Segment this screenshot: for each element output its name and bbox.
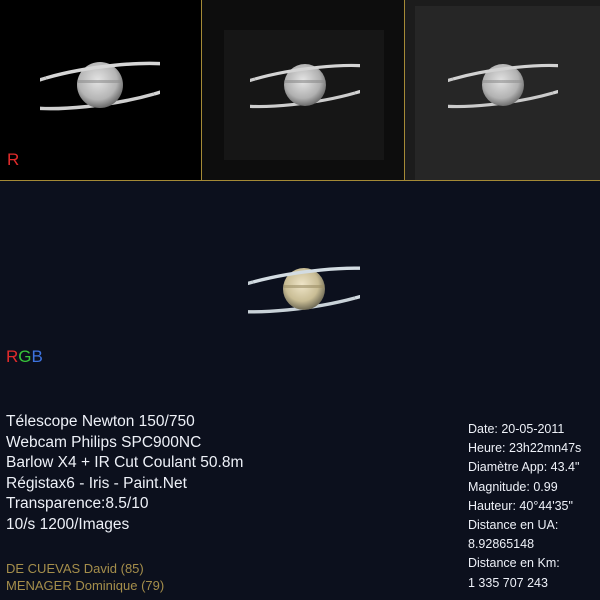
observation-line: Diamètre App: 43.4"	[468, 460, 580, 475]
observation-line: Heure: 23h22mn47s	[468, 441, 582, 456]
equipment-line: Transparence:8.5/10	[6, 495, 149, 513]
saturn-planet-icon	[448, 63, 558, 109]
panel-divider	[404, 0, 405, 180]
equipment-line: Barlow X4 + IR Cut Coulant 50.8m	[6, 454, 244, 472]
panel-divider	[201, 0, 202, 180]
author-credits: DE CUEVAS David (85) MENAGER Dominique (…	[6, 560, 164, 594]
equipment-line: Webcam Philips SPC900NC	[6, 433, 202, 451]
equipment-line: Télescope Newton 150/750	[6, 413, 195, 430]
saturn-planet-icon	[40, 61, 160, 111]
channel-label-red: R	[7, 150, 20, 169]
equipment-info: Télescope Newton 150/750 Webcam Philips …	[6, 412, 243, 536]
observation-line: Distance en Km:	[468, 556, 560, 571]
rgb-letter-b: B	[31, 347, 43, 366]
rgb-letter-g: G	[18, 347, 32, 366]
credit-line: DE CUEVAS David (85)	[6, 561, 144, 576]
observation-line: Hauteur: 40°44'35"	[468, 498, 573, 513]
observation-line: 8.92865148	[468, 537, 535, 552]
saturn-planet-icon	[250, 63, 360, 109]
green-channel-panel: G	[202, 0, 404, 180]
observation-info: Date: 20-05-2011 Heure: 23h22mn47s Diamè…	[468, 420, 581, 593]
saturn-planet-icon	[248, 266, 360, 314]
panel-divider	[0, 180, 600, 181]
rgb-letter-r: R	[6, 347, 19, 366]
observation-line: Date: 20-05-2011	[468, 422, 565, 436]
observation-line: Magnitude: 0.99	[468, 479, 558, 494]
blue-channel-panel: B	[405, 0, 600, 180]
equipment-line: 10/s 1200/Images	[6, 515, 130, 533]
observation-line: Distance en UA:	[468, 518, 559, 533]
equipment-line: Régistax6 - Iris - Paint.Net	[6, 474, 187, 492]
red-channel-panel: R	[0, 0, 201, 180]
observation-line: 1 335 707 243	[468, 575, 548, 590]
credit-line: MENAGER Dominique (79)	[6, 578, 165, 593]
channel-label-rgb: RGB	[6, 347, 43, 367]
